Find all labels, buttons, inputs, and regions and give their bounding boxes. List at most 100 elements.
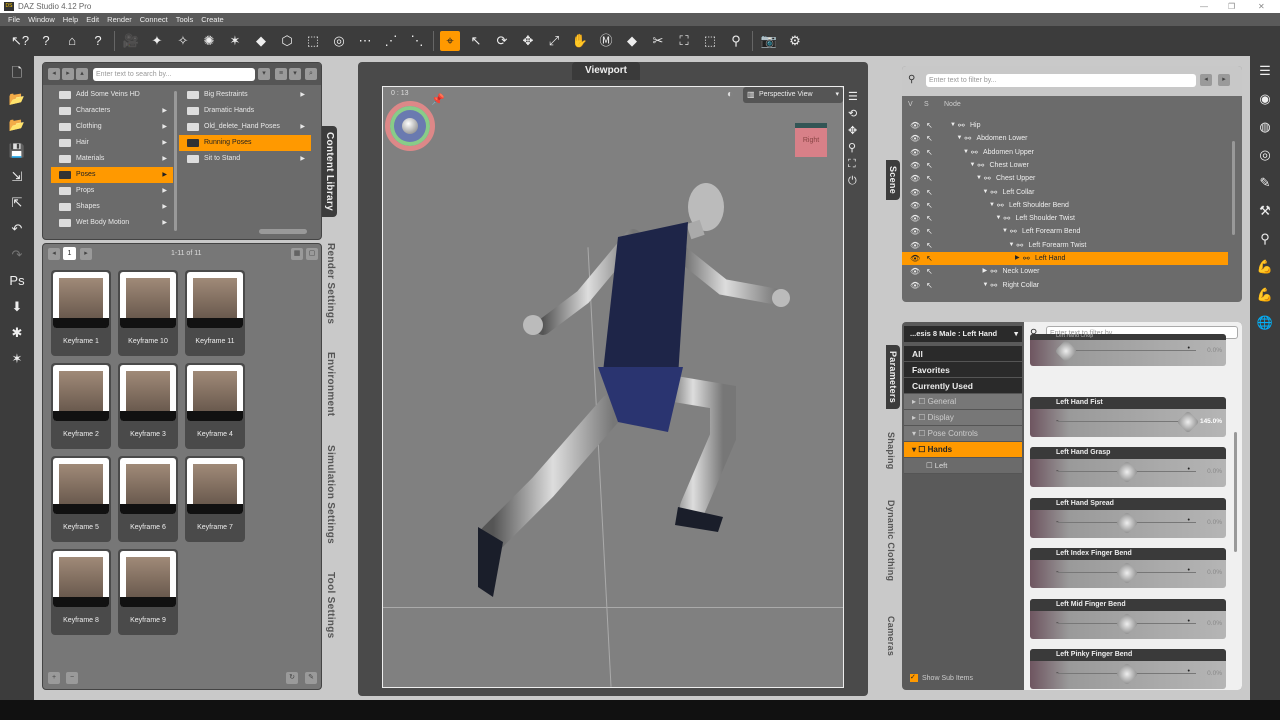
scene-prev-button[interactable]: ◂ [1200,74,1212,86]
parameter-category[interactable]: Favorites [904,362,1022,378]
view-cube[interactable]: Right [795,123,827,157]
icon-view-button[interactable]: ▢ [306,248,318,260]
content-item[interactable]: Keyframe 10 [118,270,178,356]
morph-icon[interactable]: ⚲ [1256,230,1274,248]
folder-item[interactable]: Old_delete_Hand Poses ▶ [179,119,311,135]
selectable-cursor-icon[interactable]: ↖ [926,119,933,132]
joint-editor-icon[interactable]: ⋯ [355,31,375,51]
visibility-eye-icon[interactable]: 👁 [910,265,920,278]
runner-figure[interactable] [423,157,823,617]
new-spotlight-icon[interactable]: ✧ [173,31,193,51]
surface-selection-icon[interactable]: Ⓜ [596,31,616,51]
menu-file[interactable]: File [8,13,20,26]
viewport-menu-icon[interactable]: ☰ [848,90,858,103]
parameter-category[interactable]: Currently Used [904,378,1022,394]
view-select[interactable]: ▥ Perspective View ▾ [743,87,843,103]
folder-item[interactable]: Shapes ▶ [51,199,173,215]
parameter-slider[interactable]: Left Hand Spread - • 0.0% [1030,497,1226,538]
menu-help[interactable]: Help [63,13,78,26]
pin-icon[interactable]: 📌 [431,93,445,106]
visibility-eye-icon[interactable]: 👁 [910,279,920,292]
daz-home-icon[interactable]: ⌂ [62,31,82,51]
settings-button[interactable]: ✎ [305,672,317,684]
rotate-tool-icon[interactable]: ⟳ [492,31,512,51]
selectable-cursor-icon[interactable]: ↖ [926,252,933,265]
col-s[interactable]: S [924,101,929,108]
import-icon[interactable]: ⇲ [8,168,26,186]
database-icon[interactable]: ≡ [275,68,287,80]
parameter-slider[interactable]: Left Hand Fist-•145.0% [1030,396,1226,437]
draw-style-icon[interactable]: ◐ [727,89,733,100]
figure-icon[interactable]: 💪 [1256,258,1274,276]
node-select[interactable]: ...esis 8 Male : Left Hand ▾ [904,326,1022,342]
orbit-gizmo[interactable] [385,101,435,151]
parameter-category[interactable]: ▾ ☐ Hands [904,442,1022,458]
tab-shaping[interactable]: Shaping [886,432,896,470]
visibility-eye-icon[interactable]: 👁 [910,225,920,238]
folder-item[interactable]: Big Restraints ▶ [179,87,311,103]
expand-arrow-icon[interactable]: ▶ [1015,252,1020,265]
scene-filter-input[interactable]: Enter text to filter by... [926,74,1196,87]
content-item[interactable]: Keyframe 1 [51,270,111,356]
parameter-category[interactable]: ☐ Left [904,458,1022,474]
menu-render[interactable]: Render [107,13,132,26]
prev-page-button[interactable]: ◂ [48,248,60,260]
content-item[interactable]: Keyframe 4 [185,363,245,449]
scene-next-button[interactable]: ▸ [1218,74,1230,86]
selectable-cursor-icon[interactable]: ↖ [926,279,933,292]
script-icon[interactable]: ✎ [1256,174,1274,192]
page-number[interactable]: 1 [63,247,76,260]
new-distant-light-icon[interactable]: ✶ [225,31,245,51]
content-item[interactable]: Keyframe 11 [185,270,245,356]
up-button[interactable]: ▴ [76,68,88,80]
content-item[interactable]: Keyframe 3 [118,363,178,449]
menu-tools[interactable]: Tools [176,13,194,26]
content-item[interactable]: Keyframe 7 [185,456,245,542]
collapse-arrow-icon[interactable]: ▼ [950,119,956,132]
visibility-eye-icon[interactable]: 👁 [910,239,920,252]
scene-node[interactable]: 👁 ↖ ▼ ⚯ Left Shoulder Bend [902,199,1228,212]
3d-viewport[interactable]: 0 : 13 📌 ◐ ▥ Perspective View ▾ Right [382,86,844,688]
col-v[interactable]: V [908,101,913,108]
refresh-button[interactable]: ↻ [286,672,298,684]
scene-node[interactable]: 👁 ↖ ▼ ⚯ Abdomen Lower [902,132,1228,145]
list-view-button[interactable]: ▦ [291,248,303,260]
active-pose-icon[interactable]: ✋ [570,31,590,51]
slider-knob[interactable] [1115,511,1139,534]
folder-item[interactable]: Characters ▶ [51,103,173,119]
folder-item[interactable]: Props ▶ [51,183,173,199]
tab-dynamic-clothing[interactable]: Dynamic Clothing [886,500,896,581]
folder-item[interactable]: Running Poses [179,135,311,151]
slider-value[interactable]: 0.0% [1207,519,1222,526]
node-weight-icon[interactable]: ⋰ [381,31,401,51]
slider-knob[interactable] [1115,662,1139,686]
collapse-arrow-icon[interactable]: ▼ [996,212,1002,225]
expand-arrow-icon[interactable]: ▶ [983,265,988,278]
send-icon[interactable]: ⬇ [8,298,26,316]
visibility-eye-icon[interactable]: 👁 [910,212,920,225]
world-icon[interactable]: 🌐 [1256,314,1274,332]
redo-icon[interactable]: ↷ [8,246,26,264]
parameter-category[interactable]: ▸ ☐ General [904,394,1022,410]
universal-tool-icon[interactable]: ↖ [466,31,486,51]
parameter-slider[interactable]: Left Hand Chop-•0.0% [1030,334,1226,366]
folder-item[interactable]: Wet Body Motion ▶ [51,215,173,231]
collapse-arrow-icon[interactable]: ▼ [983,186,989,199]
col-node[interactable]: Node [944,101,961,108]
filter-dropdown[interactable]: ▾ [258,68,270,80]
selectable-cursor-icon[interactable]: ↖ [926,159,933,172]
menu-edit[interactable]: Edit [86,13,99,26]
pin-tool-icon[interactable]: ⚲ [726,31,746,51]
back-button[interactable]: ◂ [48,68,60,80]
menu-window[interactable]: Window [28,13,55,26]
visibility-eye-icon[interactable]: 👁 [910,252,920,265]
parameter-slider[interactable]: Left Pinky Finger Bend - • 0.0% [1030,649,1226,689]
export-icon[interactable]: ⇱ [8,194,26,212]
scene-node[interactable]: 👁 ↖ ▼ ⚯ Right Collar [902,279,1228,292]
figure-alt-icon[interactable]: 💪 [1256,286,1274,304]
parameter-slider[interactable]: Left Mid Finger Bend - • 0.0% [1030,598,1226,639]
merge-file-icon[interactable]: 📂 [8,116,26,134]
folder-scrollbar[interactable] [174,91,177,231]
selectable-cursor-icon[interactable]: ↖ [926,132,933,145]
parameter-slider[interactable]: Left Hand Grasp - • 0.0% [1030,447,1226,487]
